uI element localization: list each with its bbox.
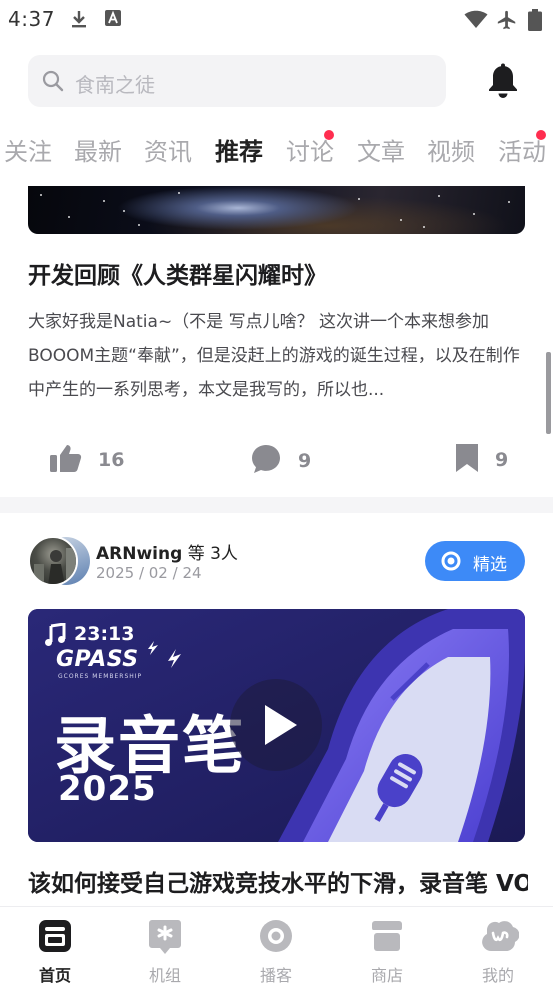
- status-time: 4:37: [8, 7, 55, 31]
- comment-count: 9: [298, 450, 312, 472]
- nav-home-label: 首页: [38, 966, 71, 983]
- bottom-nav: 首页 机组 播客 商店 我的: [0, 906, 553, 983]
- group-icon: [148, 919, 182, 959]
- discussion-badge: [324, 130, 334, 140]
- category-tabs: 关注 最新 资讯 推荐 讨论 文章 视频 活动: [0, 132, 553, 172]
- article1-cover-image[interactable]: [28, 186, 525, 234]
- author-line[interactable]: ARNwing 等 3人: [96, 539, 238, 564]
- avatar: [28, 536, 78, 586]
- scrollbar[interactable]: [546, 352, 551, 434]
- wifi-icon: [464, 9, 488, 33]
- tab-articles[interactable]: 文章: [357, 132, 405, 167]
- author-avatars[interactable]: [28, 536, 90, 586]
- events-badge: [536, 130, 546, 140]
- article2-title[interactable]: 该如何接受自己游戏竞技水平的下滑，录音笔 VOL.201: [28, 864, 528, 908]
- play-icon: [263, 703, 299, 751]
- search-placeholder: 食南之徒: [75, 73, 155, 97]
- tab-videos[interactable]: 视频: [427, 132, 475, 167]
- article1-title[interactable]: 开发回顾《人类群星闪耀时》: [28, 256, 327, 290]
- author-name: ARNwing: [96, 544, 183, 564]
- thumbs-up-icon: [50, 443, 82, 477]
- download-icon: [69, 9, 89, 33]
- a-icon: [104, 9, 122, 31]
- cover-brand: GPASS: [56, 647, 139, 672]
- author-suffix: 等 3人: [187, 544, 238, 564]
- battery-icon: [528, 9, 542, 35]
- like-count: 16: [98, 449, 125, 471]
- tab-following[interactable]: 关注: [4, 132, 52, 167]
- store-icon: [370, 919, 404, 957]
- nav-group[interactable]: 机组: [110, 907, 220, 983]
- bell-icon[interactable]: [486, 63, 520, 103]
- podcast-icon: [259, 919, 293, 957]
- search-icon: [42, 70, 64, 96]
- post-date: 2025 / 02 / 24: [96, 564, 202, 582]
- nav-podcast[interactable]: 播客: [221, 907, 331, 983]
- home-icon: [38, 919, 72, 957]
- profile-icon: [481, 919, 520, 957]
- tab-news[interactable]: 资讯: [144, 132, 192, 167]
- nav-profile[interactable]: 我的: [443, 907, 553, 983]
- cover-year: 2025: [58, 769, 157, 809]
- article2-cover-video[interactable]: 23:13 GPASS GCORES MEMBERSHIP 录音笔 2025: [28, 609, 525, 842]
- play-button[interactable]: [230, 679, 322, 771]
- cover-duration: 23:13: [74, 623, 135, 645]
- status-bar: 4:37: [0, 0, 553, 38]
- search-input[interactable]: 食南之徒: [28, 55, 446, 107]
- article1-excerpt[interactable]: 大家好我是Natia~（不是 写点儿啥？ 这次讲一个本来想参加BOOOM主题“奉…: [28, 305, 528, 407]
- bookmark-icon: [455, 443, 479, 477]
- nav-store-label: 商店: [370, 966, 403, 983]
- comment-button[interactable]: 9: [250, 443, 311, 479]
- featured-badge[interactable]: 精选: [425, 541, 525, 581]
- nav-podcast-label: 播客: [259, 966, 292, 983]
- featured-icon: [441, 551, 461, 575]
- bookmark-count: 9: [495, 449, 509, 471]
- nav-home[interactable]: 首页: [0, 907, 110, 983]
- like-button[interactable]: 16: [50, 443, 124, 477]
- nav-profile-label: 我的: [481, 966, 514, 983]
- comment-icon: [250, 443, 282, 479]
- cover-brand-sub: GCORES MEMBERSHIP: [58, 673, 143, 680]
- feed-separator: [0, 497, 553, 513]
- airplane-icon: [496, 9, 518, 35]
- featured-label: 精选: [473, 555, 507, 575]
- tab-recommended[interactable]: 推荐: [215, 132, 263, 167]
- bookmark-button[interactable]: 9: [455, 443, 508, 477]
- nav-group-label: 机组: [148, 966, 181, 983]
- nav-store[interactable]: 商店: [332, 907, 442, 983]
- tab-latest[interactable]: 最新: [74, 132, 122, 167]
